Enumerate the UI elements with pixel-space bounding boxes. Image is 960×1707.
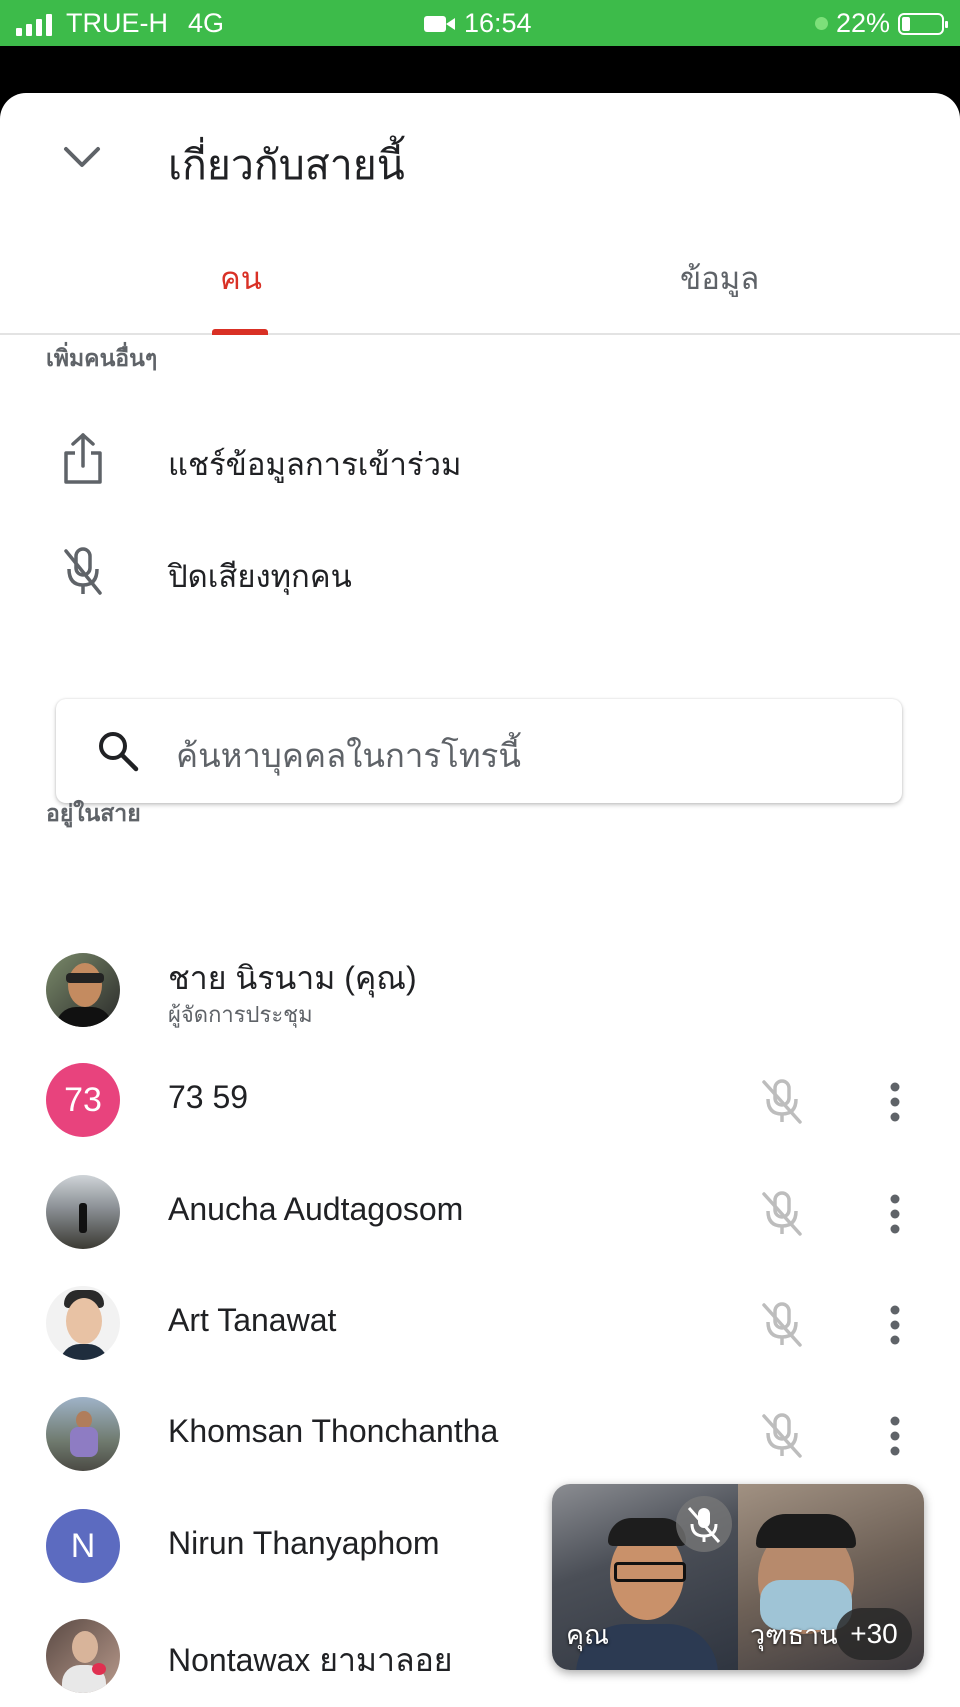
participant-row[interactable]: Anucha Audtagosom [0,1169,960,1259]
sheet-header: เกี่ยวกับสายนี้ [0,93,960,213]
tab-people[interactable]: คน [220,253,262,303]
add-people-heading: เพิ่มคนอื่นๆ [46,345,158,371]
participant-search[interactable]: ค้นหาบุคคลในการโทรนี้ [56,699,902,803]
participant-name: Art Tanawat [168,1302,337,1338]
self-tile-label: คุณ [566,1620,610,1650]
mic-off-icon[interactable] [756,1409,808,1461]
video-pip[interactable]: คุณ วุฑธาน +30 [552,1484,924,1670]
carrier-name: TRUE-H [66,8,168,38]
remote-tile-label: วุฑธาน [750,1620,838,1650]
status-bar: TRUE-H 4G 16:54 22% [0,0,960,46]
avatar: N [46,1509,120,1583]
participant-name: 73 59 [168,1079,249,1115]
chevron-down-icon[interactable] [60,135,104,179]
participant-row[interactable]: Khomsan Thonchantha [0,1391,960,1481]
battery-icon [898,12,948,35]
call-details-sheet: เกี่ยวกับสายนี้ คน ข้อมูล เพิ่มคนอื่นๆ แ… [0,93,960,1707]
video-camera-icon [424,15,455,32]
avatar [46,953,120,1027]
self-video-tile: คุณ [552,1484,738,1670]
mic-off-icon[interactable] [756,1187,808,1239]
battery-percent: 22% [835,8,890,38]
tab-info[interactable]: ข้อมูล [680,253,759,303]
network-type: 4G [188,8,225,38]
more-participants-badge: +30 [836,1608,912,1660]
participant-name: Anucha Audtagosom [168,1191,464,1227]
in-call-heading: อยู่ในสาย [46,800,141,826]
participant-row[interactable]: 73 73 59 [0,1057,960,1147]
call-indicator: 16:54 [424,8,532,39]
more-options-icon[interactable] [880,1302,910,1348]
avatar [46,1397,120,1471]
active-tab-indicator [212,329,268,335]
more-options-icon[interactable] [880,1413,910,1459]
avatar: 73 [46,1063,120,1137]
signal-icon [16,12,52,36]
remote-video-tile: วุฑธาน +30 [738,1484,924,1670]
avatar [46,1619,120,1693]
search-input[interactable]: ค้นหาบุคคลในการโทรนี้ [176,729,521,782]
avatar [46,1175,120,1249]
participant-name: Nontawax ยามาลอย [168,1642,453,1678]
participant-row[interactable]: ชาย นิรนาม (คุณ) ผู้จัดการประชุม [0,947,960,1037]
more-options-icon[interactable] [880,1191,910,1237]
participant-role: ผู้จัดการประชุม [168,1002,313,1027]
clock: 16:54 [464,8,532,38]
carrier-info: TRUE-H 4G [16,8,224,39]
mute-all-button[interactable]: ปิดเสียงทุกคน [0,531,960,611]
participant-row[interactable]: Art Tanawat [0,1280,960,1370]
share-icon [64,433,102,484]
activity-dot-icon [814,17,828,30]
mic-off-icon[interactable] [756,1298,808,1350]
battery-info: 22% [814,8,948,39]
tab-bar: คน ข้อมูล [0,233,960,335]
mic-off-icon[interactable] [756,1075,808,1127]
mute-all-label: ปิดเสียงทุกคน [168,559,352,594]
search-icon [99,732,139,772]
mic-off-icon [64,547,102,595]
participant-name: Nirun Thanyaphom [168,1525,440,1561]
avatar [46,1286,120,1360]
participant-name: Khomsan Thonchantha [168,1413,499,1449]
mic-off-icon [676,1496,732,1552]
share-joining-info-button[interactable]: แชร์ข้อมูลการเข้าร่วม [0,419,960,499]
page-title: เกี่ยวกับสายนี้ [168,142,405,188]
share-label: แชร์ข้อมูลการเข้าร่วม [168,447,462,482]
more-options-icon[interactable] [880,1079,910,1125]
